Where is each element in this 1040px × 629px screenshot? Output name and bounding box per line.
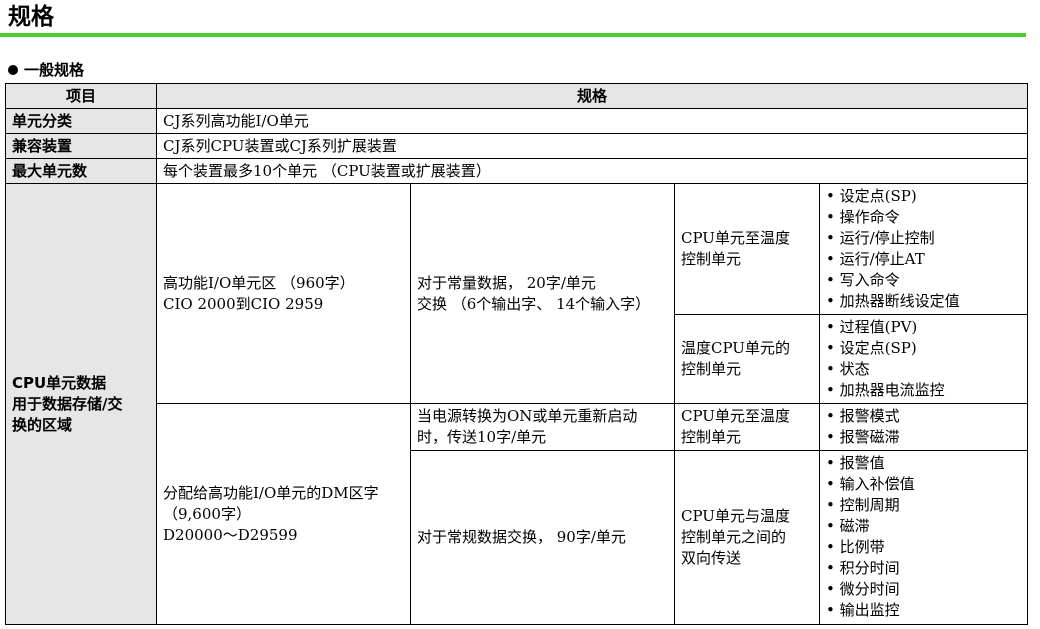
dm-area-line: D20000～D29599 — [163, 525, 298, 544]
list-item: 积分时间 — [826, 558, 1027, 579]
header-spec: 规格 — [155, 83, 1029, 109]
dm-exchange-cell: 当电源转换为ON或单元重新启动 时，传送10字/单元 — [410, 403, 675, 451]
direction-line: 控制单元 — [681, 250, 742, 268]
direction-line: 控制单元之间的 — [681, 528, 787, 546]
cpu-area-label: CPU单元数据 用于数据存储/交 换的区域 — [5, 183, 157, 625]
section-heading: 一般规格 — [8, 60, 84, 80]
dm-exchange-line: 时，传送10字/单元 — [417, 428, 547, 446]
item-list-cell: 设定点(SP) 操作命令 运行/停止控制 运行/停止AT 写入命令 加热器断线设… — [818, 183, 1029, 315]
section-title: 一般规格 — [24, 61, 85, 79]
io-exchange-cell: 对于常量数据， 20字/单元 交换 （6个输出字、 14个输入字） — [410, 183, 675, 404]
list-item: 微分时间 — [826, 579, 1027, 600]
item-list-cell: 过程值(PV) 设定点(SP) 状态 加热器电流监控 — [818, 314, 1029, 404]
item-list-cell: 报警模式 报警磁滞 — [818, 403, 1029, 451]
list-item: 设定点(SP) — [826, 186, 1027, 207]
direction-line: 双向传送 — [681, 549, 742, 567]
cpu-area-label-line: 换的区域 — [12, 415, 73, 434]
dm-area-cell: 分配给高功能I/O单元的DM区字 （9,600字） D20000～D29599 — [156, 403, 411, 625]
direction-cell: CPU单元与温度 控制单元之间的 双向传送 — [674, 450, 820, 625]
dm-area-line: （9,600字） — [163, 504, 251, 523]
direction-cell: 温度CPU单元的 控制单元 — [674, 314, 820, 404]
list-item: 写入命令 — [826, 270, 1027, 291]
table-row: 最大单元数 每个装置最多10个单元 （CPU装置或扩展装置） — [5, 158, 1029, 184]
row-label: 兼容装置 — [5, 133, 157, 159]
spec-table: 项目 规格 单元分类 CJ系列高功能I/O单元 兼容装置 CJ系列CPU装置或C… — [5, 83, 1029, 625]
list-item: 报警磁滞 — [826, 427, 1027, 448]
page-title: 规格 — [8, 4, 54, 30]
list-item: 控制周期 — [826, 495, 1027, 516]
direction-line: CPU单元至温度 — [681, 407, 790, 425]
io-exchange-line: 对于常量数据， 20字/单元 — [417, 273, 596, 292]
list-item: 操作命令 — [826, 207, 1027, 228]
direction-line: 温度CPU单元的 — [681, 339, 790, 357]
cpu-area-label-line: CPU单元数据 — [12, 373, 107, 392]
list-item: 比例带 — [826, 537, 1027, 558]
table-row: 兼容装置 CJ系列CPU装置或CJ系列扩展装置 — [5, 133, 1029, 159]
table-row: 单元分类 CJ系列高功能I/O单元 — [5, 108, 1029, 134]
row-value: 每个装置最多10个单元 （CPU装置或扩展装置） — [155, 158, 1029, 184]
title-divider — [0, 33, 1026, 37]
cpu-area-label-line: 用于数据存储/交 — [12, 394, 123, 413]
list-item: 运行/停止AT — [826, 249, 1027, 270]
io-area-cell: 高功能I/O单元区 （960字） CIO 2000到CIO 2959 — [156, 183, 411, 404]
direction-cell: CPU单元至温度 控制单元 — [674, 183, 820, 315]
direction-line: 控制单元 — [681, 360, 742, 378]
row-label: 单元分类 — [5, 108, 157, 134]
list-item: 报警值 — [826, 453, 1027, 474]
dm-exchange-line: 对于常规数据交换， 90字/单元 — [417, 528, 626, 546]
list-item: 过程值(PV) — [826, 317, 1027, 338]
list-item: 磁滞 — [826, 516, 1027, 537]
list-item: 输出监控 — [826, 600, 1027, 621]
list-item: 输入补偿值 — [826, 474, 1027, 495]
io-area-line: CIO 2000到CIO 2959 — [163, 294, 324, 313]
dm-area-line: 分配给高功能I/O单元的DM区字 — [163, 483, 379, 502]
header-item: 项目 — [5, 83, 157, 109]
list-item: 加热器电流监控 — [826, 380, 1027, 401]
io-exchange-line: 交换 （6个输出字、 14个输入字） — [417, 294, 651, 313]
dm-exchange-line: 当电源转换为ON或单元重新启动 — [417, 407, 638, 425]
dm-exchange-cell: 对于常规数据交换， 90字/单元 — [410, 450, 675, 625]
list-item: 设定点(SP) — [826, 338, 1027, 359]
list-item: 运行/停止控制 — [826, 228, 1027, 249]
direction-line: CPU单元与温度 — [681, 507, 790, 525]
direction-line: 控制单元 — [681, 428, 742, 446]
list-item: 状态 — [826, 359, 1027, 380]
io-area-line: 高功能I/O单元区 （960字） — [163, 273, 355, 292]
row-value: CJ系列高功能I/O单元 — [155, 108, 1029, 134]
bullet-icon — [8, 65, 18, 75]
row-value: CJ系列CPU装置或CJ系列扩展装置 — [155, 133, 1029, 159]
direction-line: CPU单元至温度 — [681, 229, 790, 247]
direction-cell: CPU单元至温度 控制单元 — [674, 403, 820, 451]
item-list-cell: 报警值 输入补偿值 控制周期 磁滞 比例带 积分时间 微分时间 输出监控 — [818, 450, 1029, 625]
row-label: 最大单元数 — [5, 158, 157, 184]
list-item: 报警模式 — [826, 406, 1027, 427]
list-item: 加热器断线设定值 — [826, 291, 1027, 312]
